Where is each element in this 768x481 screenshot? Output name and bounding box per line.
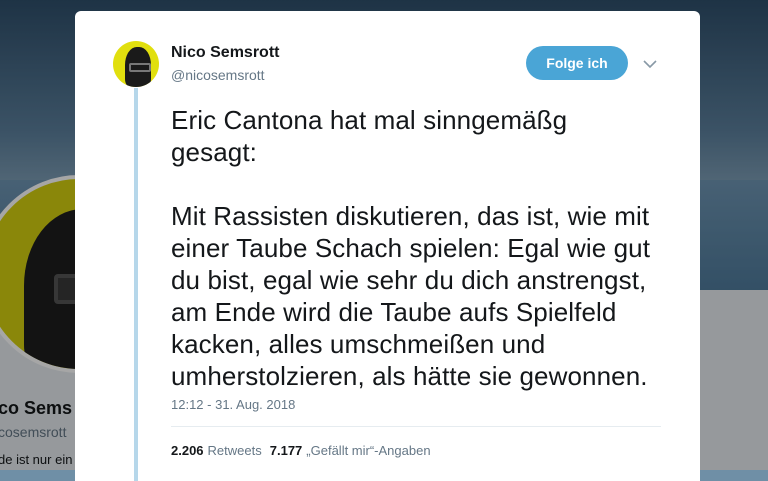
retweets-count: 2.206 bbox=[171, 443, 204, 458]
retweets-label: Retweets bbox=[207, 443, 262, 458]
follow-button[interactable]: Folge ich bbox=[526, 46, 628, 80]
likes-count: 7.177 bbox=[269, 443, 303, 458]
tweet-text: Eric Cantona hat mal sinngemäßg gesagt: … bbox=[171, 105, 651, 391]
likes-label: „Gefällt mir“-Angaben bbox=[306, 443, 431, 458]
tweet-modal: Nico Semsrott @nicosemsrott Folge ich Er… bbox=[75, 11, 700, 481]
tweet-stats: 2.206 Retweets 7.177 „Gefällt mir“-Angab… bbox=[171, 443, 431, 458]
author-avatar[interactable] bbox=[113, 41, 159, 87]
author-avatar-glasses bbox=[129, 63, 151, 72]
author-username[interactable]: @nicosemsrott bbox=[171, 67, 265, 83]
thread-line bbox=[134, 88, 138, 481]
author-display-name[interactable]: Nico Semsrott bbox=[171, 44, 279, 62]
stats-divider bbox=[171, 426, 661, 427]
tweet-timestamp[interactable]: 12:12 - 31. Aug. 2018 bbox=[171, 397, 295, 412]
likes-stat[interactable]: 7.177 „Gefällt mir“-Angaben bbox=[270, 443, 431, 458]
retweets-stat[interactable]: 2.206 Retweets bbox=[171, 443, 262, 458]
chevron-down-icon[interactable] bbox=[643, 57, 657, 71]
